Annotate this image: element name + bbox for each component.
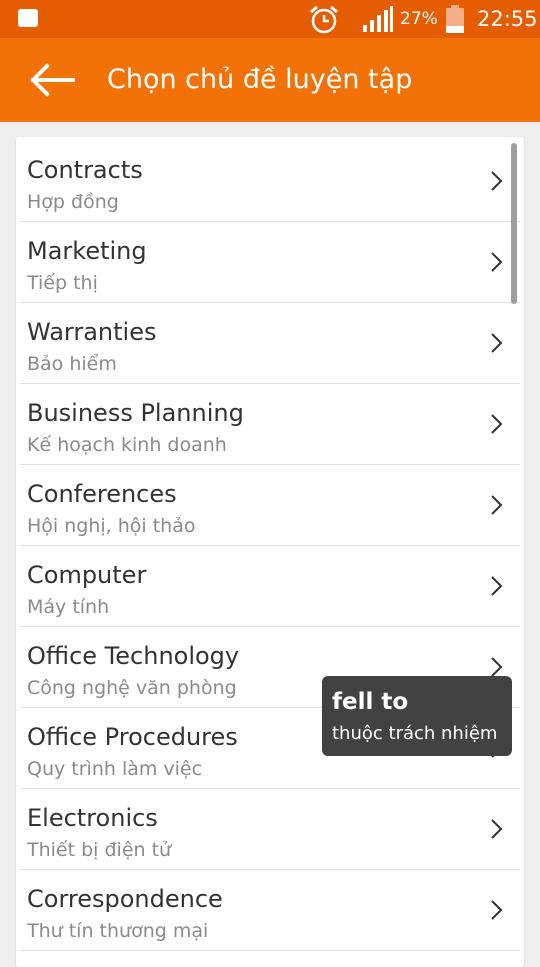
topic-subtitle: Máy tính xyxy=(27,596,110,618)
topic-title: Computer xyxy=(27,561,147,589)
notification-icon xyxy=(18,9,38,27)
back-button[interactable] xyxy=(22,58,82,102)
topic-subtitle: Tiếp thị xyxy=(27,272,98,294)
topic-title: Business Planning xyxy=(27,399,244,427)
topic-item-contracts[interactable]: Contracts Hợp đồng xyxy=(20,140,520,222)
battery-icon xyxy=(446,5,464,33)
topic-subtitle: Công nghệ văn phòng xyxy=(27,677,237,699)
tooltip-word: fell to xyxy=(332,689,409,715)
chevron-right-icon xyxy=(491,333,503,353)
topic-subtitle: Hội nghị, hội thảo xyxy=(27,515,196,537)
topic-title: Office Technology xyxy=(27,642,240,670)
topic-item-conferences[interactable]: Conferences Hội nghị, hội thảo xyxy=(20,464,520,546)
topic-title: Electronics xyxy=(27,804,158,832)
translation-tooltip: fell to thuộc trách nhiệm xyxy=(322,676,512,756)
topic-item-warranties[interactable]: Warranties Bảo hiểm xyxy=(20,302,520,384)
page-title: Chọn chủ đề luyện tập xyxy=(107,64,413,95)
tooltip-meaning: thuộc trách nhiệm xyxy=(332,723,498,744)
signal-icon xyxy=(363,6,393,32)
topic-title: Contracts xyxy=(27,156,143,184)
topic-item-marketing[interactable]: Marketing Tiếp thị xyxy=(20,221,520,303)
battery-percentage: 27% xyxy=(400,9,438,29)
chevron-right-icon xyxy=(491,495,503,515)
chevron-right-icon xyxy=(491,819,503,839)
clock: 22:55 xyxy=(477,7,538,31)
chevron-right-icon xyxy=(491,252,503,272)
chevron-right-icon xyxy=(491,900,503,920)
topic-subtitle: Thiết bị điện tử xyxy=(27,839,172,861)
chevron-right-icon xyxy=(491,657,503,677)
app-bar: Chọn chủ đề luyện tập xyxy=(0,38,540,122)
topic-title: Warranties xyxy=(27,318,157,346)
topic-list: Contracts Hợp đồng Marketing Tiếp thị Wa… xyxy=(16,137,524,967)
scrollbar[interactable] xyxy=(511,143,517,304)
topic-subtitle: Kế hoạch kinh doanh xyxy=(27,434,227,456)
topic-subtitle: Hợp đồng xyxy=(27,191,119,213)
arrow-back-icon xyxy=(30,63,75,97)
topic-title: Correspondence xyxy=(27,885,223,913)
chevron-right-icon xyxy=(491,171,503,191)
topic-title: Conferences xyxy=(27,480,177,508)
topic-subtitle: Quy trình làm việc xyxy=(27,758,203,780)
topic-item-business-planning[interactable]: Business Planning Kế hoạch kinh doanh xyxy=(20,383,520,465)
chevron-right-icon xyxy=(491,414,503,434)
topic-subtitle: Bảo hiểm xyxy=(27,353,117,375)
topic-item-electronics[interactable]: Electronics Thiết bị điện tử xyxy=(20,788,520,870)
chevron-right-icon xyxy=(491,576,503,596)
topic-subtitle: Thư tín thương mại xyxy=(27,920,209,942)
topic-item-computer[interactable]: Computer Máy tính xyxy=(20,545,520,627)
topic-item-correspondence[interactable]: Correspondence Thư tín thương mại xyxy=(20,869,520,951)
topic-title: Office Procedures xyxy=(27,723,238,751)
status-bar: 27% 22:55 xyxy=(0,0,540,38)
alarm-icon xyxy=(310,5,338,34)
topic-title: Marketing xyxy=(27,237,147,265)
